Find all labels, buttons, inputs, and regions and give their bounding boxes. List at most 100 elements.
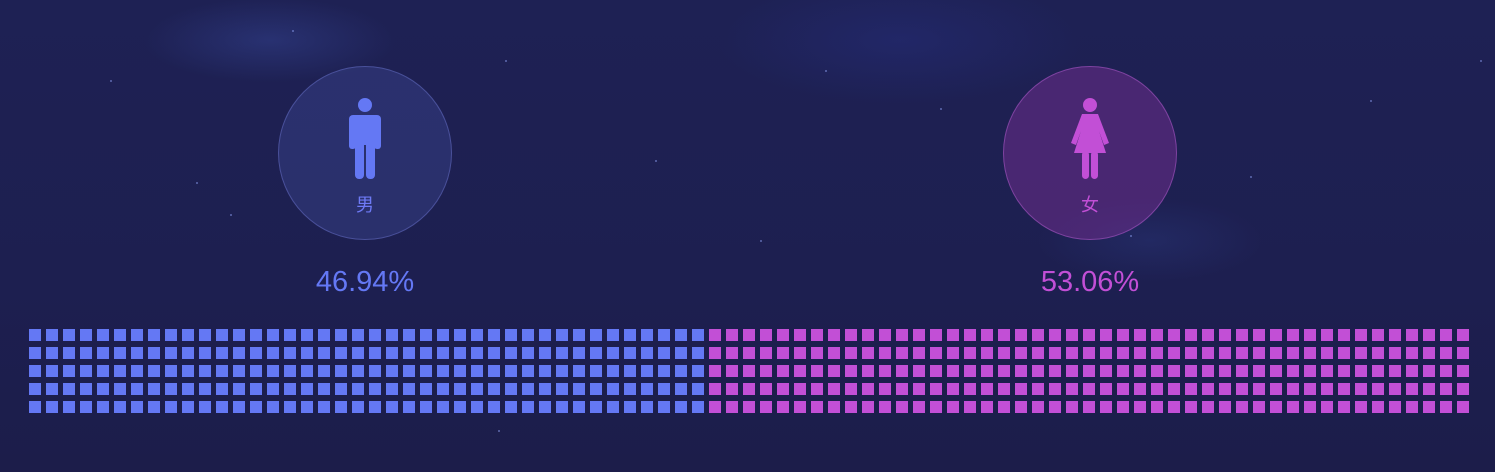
male-waffle-cell (97, 365, 109, 377)
male-waffle-cell (318, 329, 330, 341)
female-waffle-cell (1185, 329, 1197, 341)
male-waffle-cell (522, 347, 534, 359)
female-waffle-cell (1100, 329, 1112, 341)
male-waffle-cell (335, 401, 347, 413)
male-indicator: 男 (278, 66, 452, 240)
male-waffle-cell (233, 347, 245, 359)
female-waffle-cell (1440, 401, 1452, 413)
female-waffle-cell (1236, 401, 1248, 413)
star (655, 160, 657, 162)
female-percentage: 53.06% (1040, 266, 1140, 298)
female-waffle-cell (828, 365, 840, 377)
female-waffle-cell (1338, 329, 1350, 341)
male-waffle-cell (692, 329, 704, 341)
male-waffle-cell (369, 365, 381, 377)
female-waffle-cell (1117, 329, 1129, 341)
male-waffle-cell (199, 347, 211, 359)
female-waffle-cell (709, 347, 721, 359)
star (110, 80, 112, 82)
male-waffle-cell (692, 401, 704, 413)
female-waffle-cell (1457, 365, 1469, 377)
female-waffle-cell (896, 383, 908, 395)
female-waffle-cell (930, 401, 942, 413)
female-waffle-cell (1202, 383, 1214, 395)
female-waffle-cell (1151, 329, 1163, 341)
female-waffle-cell (1219, 401, 1231, 413)
female-waffle-cell (1185, 365, 1197, 377)
male-waffle-cell (641, 365, 653, 377)
male-waffle-cell (692, 365, 704, 377)
male-waffle-cell (539, 365, 551, 377)
female-waffle-cell (1117, 401, 1129, 413)
female-waffle-cell (811, 401, 823, 413)
male-waffle-cell (420, 365, 432, 377)
female-waffle-cell (1151, 383, 1163, 395)
female-waffle-cell (1338, 347, 1350, 359)
female-waffle-cell (913, 347, 925, 359)
male-waffle-cell (658, 383, 670, 395)
female-waffle-cell (1185, 401, 1197, 413)
male-waffle-cell (148, 347, 160, 359)
male-waffle-cell (403, 347, 415, 359)
male-waffle-cell (352, 329, 364, 341)
female-waffle-cell (930, 347, 942, 359)
female-waffle-cell (726, 383, 738, 395)
male-waffle-cell (386, 329, 398, 341)
male-waffle-cell (369, 401, 381, 413)
male-waffle-cell (573, 347, 585, 359)
female-waffle-cell (1253, 383, 1265, 395)
female-waffle-cell (947, 347, 959, 359)
male-waffle-cell (284, 365, 296, 377)
female-waffle-cell (760, 347, 772, 359)
male-waffle-cell (420, 347, 432, 359)
male-waffle-cell (148, 383, 160, 395)
male-waffle-cell (63, 365, 75, 377)
female-waffle-cell (1457, 383, 1469, 395)
male-waffle-cell (352, 347, 364, 359)
male-waffle-cell (471, 329, 483, 341)
male-waffle-cell (607, 365, 619, 377)
female-waffle-cell (1338, 383, 1350, 395)
female-waffle-cell (1168, 329, 1180, 341)
female-waffle-cell (964, 401, 976, 413)
female-waffle-cell (760, 401, 772, 413)
female-waffle-cell (1372, 383, 1384, 395)
female-waffle-cell (913, 383, 925, 395)
male-waffle-cell (182, 347, 194, 359)
male-waffle-cell (148, 401, 160, 413)
female-waffle-cell (1253, 329, 1265, 341)
male-waffle-cell (692, 347, 704, 359)
male-waffle-cell (46, 401, 58, 413)
female-waffle-cell (1015, 329, 1027, 341)
male-waffle-cell (386, 401, 398, 413)
male-waffle-cell (80, 401, 92, 413)
female-waffle-cell (1457, 329, 1469, 341)
male-waffle-cell (488, 401, 500, 413)
female-waffle-cell (1168, 401, 1180, 413)
female-waffle-cell (1440, 329, 1452, 341)
female-waffle-cell (1406, 329, 1418, 341)
male-waffle-cell (624, 365, 636, 377)
male-waffle-cell (624, 347, 636, 359)
star (196, 182, 198, 184)
male-waffle-cell (573, 365, 585, 377)
female-waffle-cell (862, 347, 874, 359)
male-waffle-cell (352, 401, 364, 413)
female-waffle-cell (1423, 365, 1435, 377)
female-waffle-cell (1270, 365, 1282, 377)
male-waffle-cell (216, 383, 228, 395)
female-waffle-cell (981, 347, 993, 359)
male-waffle-cell (471, 365, 483, 377)
female-waffle-cell (811, 383, 823, 395)
female-waffle-cell (964, 347, 976, 359)
female-waffle-cell (1389, 383, 1401, 395)
male-waffle-cell (250, 383, 262, 395)
male-waffle-cell (488, 329, 500, 341)
female-waffle-cell (743, 383, 755, 395)
female-waffle-cell (1049, 365, 1061, 377)
male-waffle-cell (199, 401, 211, 413)
female-waffle-cell (1304, 365, 1316, 377)
male-waffle-cell (284, 383, 296, 395)
male-waffle-cell (573, 401, 585, 413)
female-waffle-cell (1321, 329, 1333, 341)
